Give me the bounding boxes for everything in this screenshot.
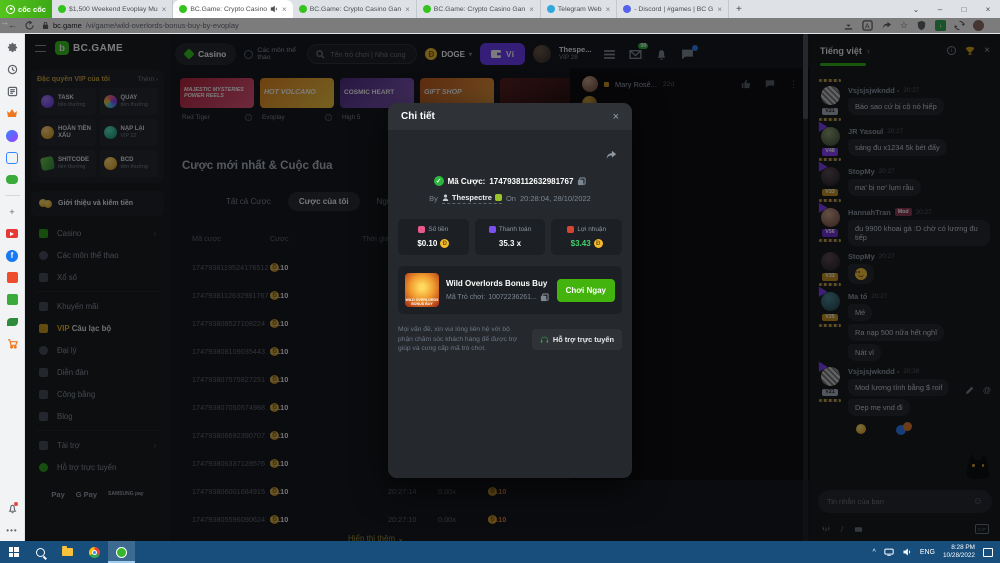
- new-tab-button[interactable]: +: [729, 4, 749, 15]
- tab-bcgame-2[interactable]: BC.Game: Crypto Casino Gan ×: [293, 0, 417, 18]
- bcgame-favicon: [179, 5, 187, 13]
- start-button[interactable]: [0, 541, 27, 563]
- tray-chevron-icon[interactable]: ^: [873, 549, 876, 556]
- bet-username-link[interactable]: Thespectre: [442, 193, 502, 204]
- cart-icon[interactable]: [6, 337, 19, 350]
- minimize-button[interactable]: –: [928, 0, 952, 18]
- game-thumbnail[interactable]: WILD OVERLORDS BONUS BUY: [405, 273, 439, 307]
- shopee-icon[interactable]: [6, 271, 19, 284]
- bcgame-favicon: [299, 5, 307, 13]
- user-badge-icon: [495, 194, 502, 201]
- tab-bcgame-active[interactable]: BC.Game: Crypto Casino ×: [173, 0, 292, 18]
- copy-icon[interactable]: [540, 293, 549, 302]
- history-icon[interactable]: [6, 63, 19, 76]
- modal-close-icon[interactable]: ×: [613, 111, 619, 123]
- games-gamepad-icon[interactable]: [6, 173, 19, 186]
- coccoc-brand-label: cốc cốc: [18, 5, 46, 14]
- facebook-icon[interactable]: f: [6, 249, 19, 262]
- action-center-icon[interactable]: [983, 548, 993, 557]
- tab-close-icon[interactable]: ×: [606, 5, 611, 14]
- coin-icon: Ð: [440, 239, 449, 248]
- leaf-deal-icon[interactable]: [6, 315, 19, 328]
- tab-audio-icon[interactable]: [270, 5, 278, 13]
- more-options-icon[interactable]: •••: [6, 524, 19, 537]
- add-shortcut-icon[interactable]: +: [6, 205, 19, 218]
- stat-profit: Lợi nhuận $3.43Ð: [551, 219, 622, 255]
- coccoc-taskbar-icon[interactable]: [108, 541, 135, 563]
- file-explorer-icon[interactable]: [54, 541, 81, 563]
- shop-green-icon[interactable]: [6, 293, 19, 306]
- coccoc-side-strip: + f •••: [0, 34, 25, 541]
- tab-close-icon[interactable]: ×: [717, 5, 722, 14]
- chrome-taskbar-icon[interactable]: [81, 541, 108, 563]
- coccoc-logo-icon: [6, 5, 15, 14]
- tab-discord[interactable]: - Discord | #games | BC G ×: [617, 0, 729, 18]
- settings-gear-icon[interactable]: [6, 41, 19, 54]
- copy-icon[interactable]: [577, 177, 586, 186]
- language-indicator[interactable]: ENG: [920, 549, 935, 556]
- person-icon: [442, 194, 449, 201]
- game-title: Wild Overlords Bonus Buy: [446, 279, 550, 288]
- headphones-icon: [540, 335, 549, 344]
- tab-close-icon[interactable]: ×: [405, 5, 410, 14]
- play-now-button[interactable]: Chơi Ngay: [557, 279, 615, 302]
- notifications-bell-icon[interactable]: [6, 502, 19, 515]
- coin-icon: Ð: [594, 239, 603, 248]
- support-note-row: Mọi vấn đề, xin vui lòng liên hệ với bộ …: [398, 325, 622, 354]
- bcgame-favicon: [58, 5, 66, 13]
- taskbar-search-icon[interactable]: [27, 541, 54, 563]
- windows-logo-icon: [9, 547, 19, 557]
- bet-details-modal: Chi tiết × ✓ Mã Cược: 174793811263298176…: [388, 103, 632, 478]
- tab-bcgame-3[interactable]: BC.Game: Crypto Casino Gan ×: [417, 0, 541, 18]
- coccoc-brand-button[interactable]: cốc cốc: [0, 0, 52, 18]
- verified-check-icon: ✓: [434, 176, 444, 186]
- windows-taskbar: ^ ENG 8:28 PM 10/28/2022: [0, 541, 1000, 563]
- forward-icon[interactable]: →: [0, 18, 1000, 33]
- share-bet-icon[interactable]: [605, 149, 617, 161]
- tab-evoplay-promo[interactable]: $1,500 Weekend Evoplay Mu ×: [52, 0, 173, 18]
- stat-amount: Số tiền $0.10Ð: [398, 219, 469, 255]
- bcgame-page: b BC.GAME Đặc quyền VIP của tôi Thêm › T…: [25, 34, 1000, 541]
- support-note: Mọi vấn đề, xin vui lòng liên hệ với bộ …: [398, 325, 524, 354]
- modal-header: Chi tiết ×: [388, 103, 632, 130]
- tab-telegram[interactable]: Telegram Web ×: [541, 0, 617, 18]
- amount-icon: [418, 226, 425, 233]
- address-bar: ← → bc.game/vi/game/wild-overlords-bonus…: [0, 18, 1000, 34]
- tab-close-icon[interactable]: ×: [529, 5, 534, 14]
- tab-search-icon[interactable]: ⌄: [904, 0, 928, 18]
- tab-close-icon[interactable]: ×: [162, 5, 167, 14]
- reading-list-icon[interactable]: [6, 85, 19, 98]
- telegram-favicon: [547, 5, 555, 13]
- zalo-icon[interactable]: [6, 151, 19, 164]
- notification-dot: [14, 502, 18, 506]
- volume-icon[interactable]: [902, 548, 912, 556]
- bet-by-row: By Thespectre On 20:28:04, 28/10/2022: [388, 193, 632, 204]
- close-window-button[interactable]: ×: [976, 0, 1000, 18]
- payout-icon: [489, 226, 496, 233]
- screen: cốc cốc $1,500 Weekend Evoplay Mu × BC.G…: [0, 0, 1000, 563]
- game-code-row: Mã Trò chơi: 10072236261...: [446, 293, 550, 302]
- crown-rewards-icon[interactable]: [6, 107, 19, 120]
- browser-tabbar: cốc cốc $1,500 Weekend Evoplay Mu × BC.G…: [0, 0, 1000, 18]
- system-tray: ^ ENG 8:28 PM 10/28/2022: [873, 544, 1000, 560]
- bet-id-row: ✓ Mã Cược: 1747938112632981767: [388, 176, 632, 186]
- bet-id-value: 1747938112632981767: [489, 177, 573, 186]
- modal-title: Chi tiết: [401, 111, 435, 122]
- bet-datetime: 20:28:04, 28/10/2022: [520, 194, 591, 203]
- live-support-button[interactable]: Hỗ trợ trực tuyến: [532, 329, 622, 350]
- profit-icon: [567, 226, 574, 233]
- youtube-icon[interactable]: [6, 227, 19, 240]
- bcgame-favicon: [423, 5, 431, 13]
- maximize-button[interactable]: □: [952, 0, 976, 18]
- discord-favicon: [623, 5, 631, 13]
- window-controls: ⌄ – □ ×: [904, 0, 1000, 18]
- stat-payout: Thanh toán 35.3 x: [475, 219, 546, 255]
- messenger-icon[interactable]: [6, 129, 19, 142]
- bet-stats: Số tiền $0.10Ð Thanh toán 35.3 x Lợi nhu…: [398, 219, 622, 255]
- tab-close-icon[interactable]: ×: [282, 5, 287, 14]
- divider: [5, 195, 20, 196]
- taskbar-clock[interactable]: 8:28 PM 10/28/2022: [943, 544, 975, 560]
- network-icon[interactable]: [884, 548, 894, 556]
- game-card: WILD OVERLORDS BONUS BUY Wild Overlords …: [398, 266, 622, 314]
